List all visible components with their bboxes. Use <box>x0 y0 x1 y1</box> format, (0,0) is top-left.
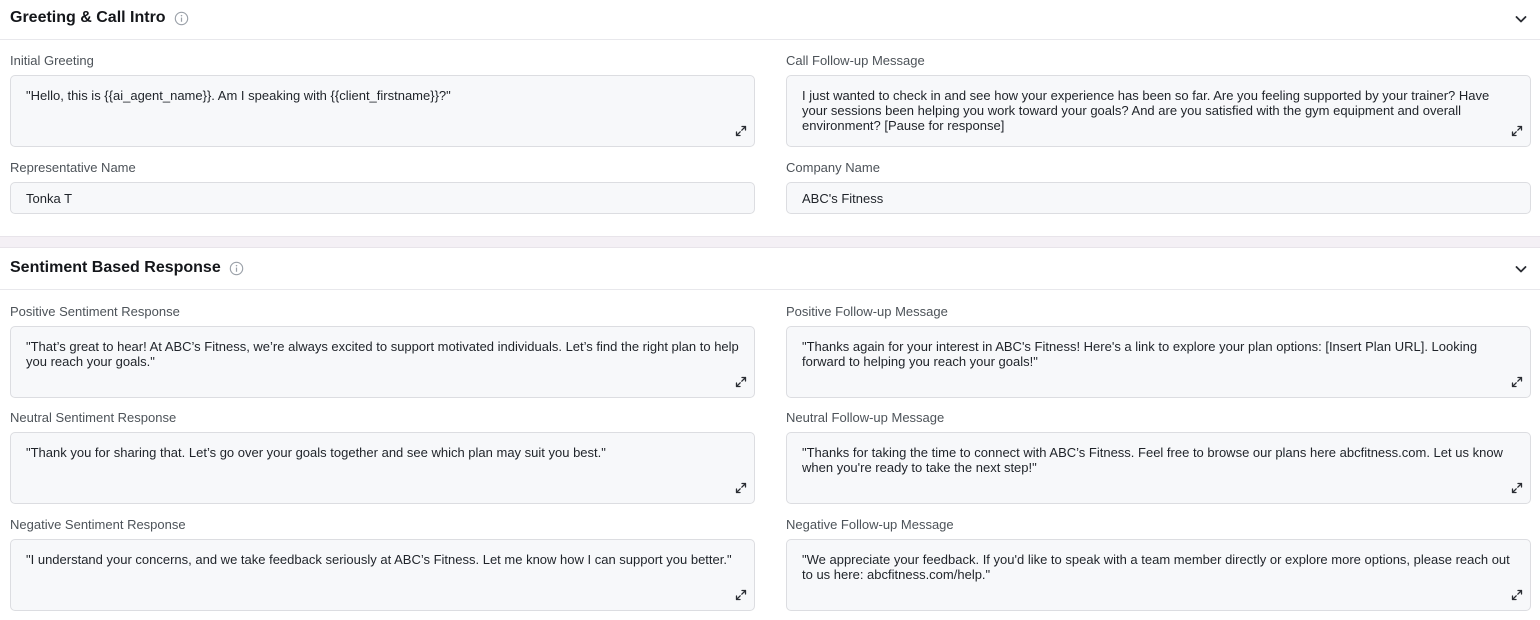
expand-icon[interactable] <box>735 376 747 388</box>
field-label: Initial Greeting <box>10 53 94 68</box>
textarea-value: "Thanks again for your interest in ABC's… <box>802 339 1478 369</box>
field-label: Neutral Follow-up Message <box>786 410 945 425</box>
positive-response-textarea[interactable]: "That’s great to hear! At ABC’s Fitness,… <box>10 326 755 398</box>
textarea-value: "Hello, this is {{ai_agent_name}}. Am I … <box>26 88 451 103</box>
textarea-value: "Thank you for sharing that. Let’s go ov… <box>26 445 606 460</box>
expand-icon[interactable] <box>735 589 747 601</box>
section-divider <box>0 236 1540 248</box>
field-call-followup: Call Follow-up Message I just wanted to … <box>786 53 1531 147</box>
chevron-down-icon[interactable] <box>1514 12 1528 26</box>
field-label: Neutral Sentiment Response <box>10 410 177 425</box>
input-value: ABC's Fitness <box>802 191 884 206</box>
textarea-value: "Thanks for taking the time to connect w… <box>802 445 1503 475</box>
field-label: Company Name <box>786 160 880 175</box>
field-label: Positive Follow-up Message <box>786 304 948 319</box>
textarea-value: "I understand your concerns, and we take… <box>26 552 732 567</box>
section-header-greeting[interactable]: Greeting & Call Intro <box>0 0 1540 40</box>
info-icon[interactable] <box>174 11 189 26</box>
representative-name-input[interactable]: Tonka T <box>10 182 755 214</box>
negative-followup-textarea[interactable]: "We appreciate your feedback. If you'd l… <box>786 539 1531 611</box>
field-label: Call Follow-up Message <box>786 53 925 68</box>
field-representative-name: Representative Name Tonka T <box>10 160 755 214</box>
info-icon[interactable] <box>229 261 244 276</box>
expand-icon[interactable] <box>1511 589 1523 601</box>
field-label: Negative Sentiment Response <box>10 517 186 532</box>
field-initial-greeting: Initial Greeting "Hello, this is {{ai_ag… <box>10 53 755 147</box>
field-label: Positive Sentiment Response <box>10 304 180 319</box>
textarea-value: I just wanted to check in and see how yo… <box>802 88 1490 133</box>
company-name-input[interactable]: ABC's Fitness <box>786 182 1531 214</box>
section-title-sentiment: Sentiment Based Response <box>10 259 244 277</box>
section-title-text: Greeting & Call Intro <box>10 9 166 26</box>
field-positive-followup: Positive Follow-up Message "Thanks again… <box>786 304 1531 398</box>
section-title-text: Sentiment Based Response <box>10 259 221 276</box>
positive-followup-textarea[interactable]: "Thanks again for your interest in ABC's… <box>786 326 1531 398</box>
neutral-response-textarea[interactable]: "Thank you for sharing that. Let’s go ov… <box>10 432 755 504</box>
expand-icon[interactable] <box>735 125 747 137</box>
field-label: Representative Name <box>10 160 136 175</box>
section-title-greeting: Greeting & Call Intro <box>10 9 189 27</box>
field-negative-sentiment-response: Negative Sentiment Response "I understan… <box>10 517 755 611</box>
neutral-followup-textarea[interactable]: "Thanks for taking the time to connect w… <box>786 432 1531 504</box>
field-company-name: Company Name ABC's Fitness <box>786 160 1531 214</box>
section-header-sentiment[interactable]: Sentiment Based Response <box>0 250 1540 290</box>
chevron-down-icon[interactable] <box>1514 262 1528 276</box>
expand-icon[interactable] <box>1511 482 1523 494</box>
expand-icon[interactable] <box>1511 125 1523 137</box>
textarea-value: "We appreciate your feedback. If you'd l… <box>802 552 1510 582</box>
input-value: Tonka T <box>26 191 73 206</box>
field-negative-followup: Negative Follow-up Message "We appreciat… <box>786 517 1531 611</box>
field-neutral-sentiment-response: Neutral Sentiment Response "Thank you fo… <box>10 410 755 504</box>
field-neutral-followup: Neutral Follow-up Message "Thanks for ta… <box>786 410 1531 504</box>
field-label: Negative Follow-up Message <box>786 517 954 532</box>
initial-greeting-textarea[interactable]: "Hello, this is {{ai_agent_name}}. Am I … <box>10 75 755 147</box>
field-positive-sentiment-response: Positive Sentiment Response "That’s grea… <box>10 304 755 398</box>
negative-response-textarea[interactable]: "I understand your concerns, and we take… <box>10 539 755 611</box>
expand-icon[interactable] <box>1511 376 1523 388</box>
textarea-value: "That’s great to hear! At ABC’s Fitness,… <box>26 339 739 369</box>
expand-icon[interactable] <box>735 482 747 494</box>
call-followup-textarea[interactable]: I just wanted to check in and see how yo… <box>786 75 1531 147</box>
